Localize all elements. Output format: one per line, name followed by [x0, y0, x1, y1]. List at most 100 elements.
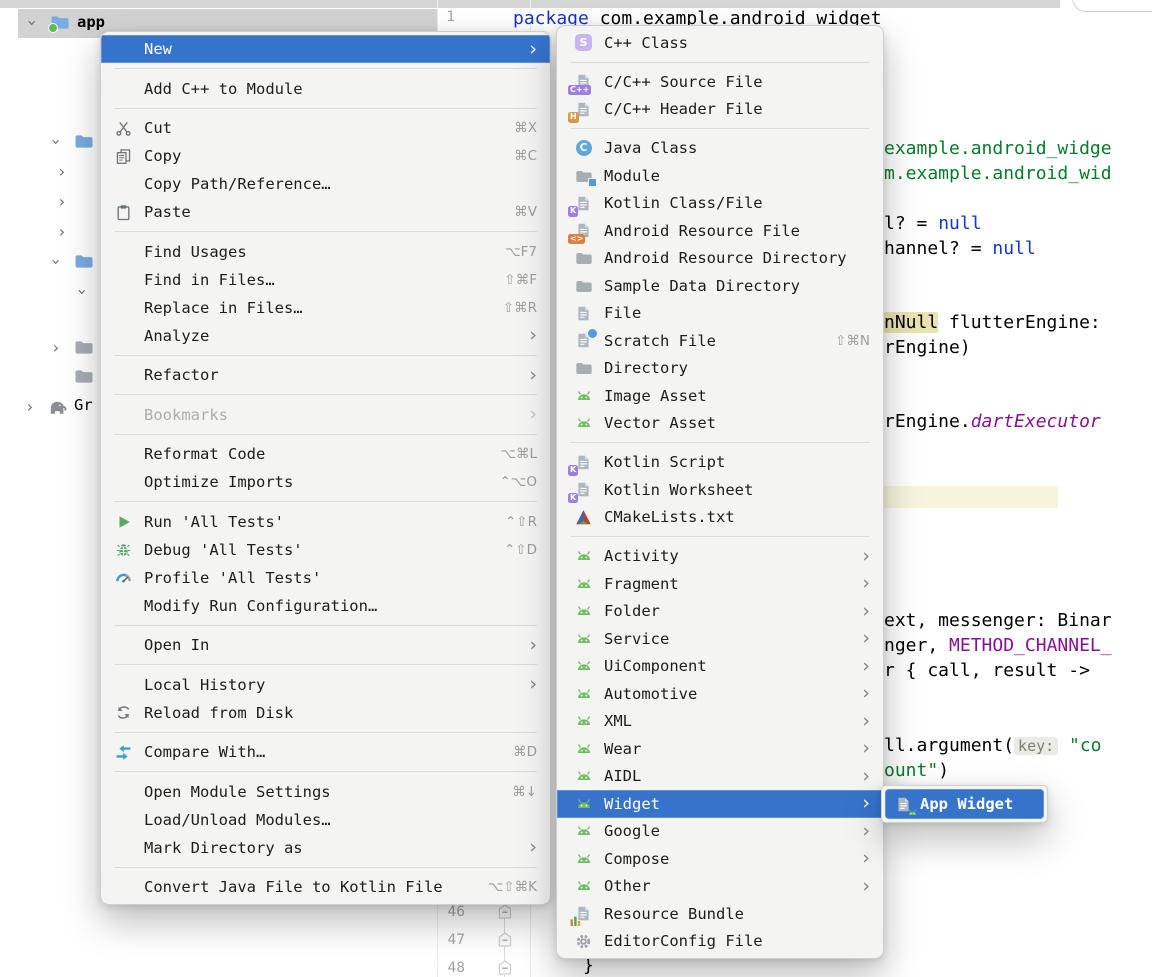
menu-item-folder[interactable]: Folder› [557, 598, 883, 626]
menu-item-profile-all-tests[interactable]: Profile 'All Tests' [101, 564, 550, 592]
menu-item-image-asset[interactable]: Image Asset [557, 382, 883, 410]
menu-item-label: Other [604, 877, 852, 895]
menu-item-directory[interactable]: Directory [557, 355, 883, 383]
chevron-right-icon[interactable]: › [24, 399, 36, 415]
fold-marker-icon[interactable] [498, 904, 512, 919]
menu-item-label: XML [604, 712, 852, 730]
code-fragment: ount") [884, 760, 949, 782]
menu-item-compose[interactable]: Compose› [557, 845, 883, 873]
chevron-right-icon: › [862, 684, 870, 703]
menu-item-kotlin-worksheet[interactable]: KKotlin Worksheet [557, 476, 883, 504]
reload-icon [112, 703, 135, 722]
menu-item-cut[interactable]: Cut⌘X [101, 114, 550, 142]
menu-item-label: Widget [604, 795, 852, 813]
menu-item-copy[interactable]: Copy⌘C [101, 142, 550, 170]
menu-item-cpp-source-file[interactable]: C++C/C++ Source File [557, 68, 883, 96]
kotlin-chip: K [568, 206, 578, 216]
menu-item-activity[interactable]: Activity› [557, 543, 883, 571]
menu-item-modify-run-configuration[interactable]: Modify Run Configuration… [101, 592, 550, 620]
menu-item-mark-directory-as[interactable]: Mark Directory as› [101, 834, 550, 862]
menu-item-service[interactable]: Service› [557, 625, 883, 653]
menu-item-paste[interactable]: Paste⌘V [101, 198, 550, 226]
menu-item-android-resource-file[interactable]: <>Android Resource File [557, 217, 883, 245]
menu-item-reformat-code[interactable]: Reformat Code⌥⌘L [101, 440, 550, 468]
menu-item-load-unload-modules[interactable]: Load/Unload Modules… [101, 806, 550, 834]
code-text: ) [938, 760, 949, 781]
compare-arrows-icon [112, 743, 135, 762]
chevron-down-icon[interactable]: › [48, 256, 64, 268]
menu-item-analyze[interactable]: Analyze› [101, 322, 550, 350]
menu-item-cpp-header-file[interactable]: HC/C++ Header File [557, 96, 883, 124]
menu-item-label: Mark Directory as [144, 839, 519, 857]
menu-item-shortcut: ⌃⌥O [500, 474, 538, 490]
menu-item-label: Load/Unload Modules… [144, 811, 537, 829]
menu-item-automotive[interactable]: Automotive› [557, 680, 883, 708]
chevron-right-icon[interactable]: › [50, 340, 62, 356]
chevron-right-icon: › [862, 602, 870, 621]
kotlin-chip: K [568, 465, 578, 475]
menu-item-file[interactable]: File [557, 300, 883, 328]
context-menu: New› Add C++ to Module Cut⌘X Copy⌘C Copy… [100, 31, 551, 905]
menu-item-refactor[interactable]: Refactor› [101, 361, 550, 389]
menu-item-google[interactable]: Google› [557, 818, 883, 846]
menu-item-local-history[interactable]: Local History› [101, 671, 550, 699]
chevron-down-icon[interactable]: › [48, 136, 64, 148]
menu-item-module[interactable]: Module [557, 162, 883, 190]
menu-item-label: Java Class [604, 139, 870, 157]
folder-icon [74, 131, 94, 151]
menu-separator [114, 68, 537, 69]
menu-item-find-usages[interactable]: Find Usages⌥F7 [101, 238, 550, 266]
menu-item-label: Optimize Imports [144, 473, 486, 491]
menu-item-fragment[interactable]: Fragment› [557, 570, 883, 598]
menu-item-resource-bundle[interactable]: Resource Bundle [557, 900, 883, 928]
menu-item-add-cpp-to-module[interactable]: Add C++ to Module [101, 75, 550, 103]
menu-item-shortcut: ⌃⇧D [504, 542, 537, 558]
menu-item-widget[interactable]: Widget› [557, 790, 883, 818]
menu-item-reload-from-disk[interactable]: Reload from Disk [101, 699, 550, 727]
chevron-right-icon: › [862, 574, 870, 593]
menu-item-sample-data-directory[interactable]: Sample Data Directory [557, 272, 883, 300]
menu-item-wear[interactable]: Wear› [557, 735, 883, 763]
menu-item-label: Analyze [144, 327, 519, 345]
menu-item-kotlin-script[interactable]: KKotlin Script [557, 449, 883, 477]
menu-item-cpp-class[interactable]: SC++ Class [557, 29, 883, 57]
menu-item-debug-all-tests[interactable]: Debug 'All Tests'⌃⇧D [101, 536, 550, 564]
menu-item-scratch-file[interactable]: Scratch File⇧⌘N [557, 327, 883, 355]
menu-item-replace-in-files[interactable]: Replace in Files…⇧⌘R [101, 294, 550, 322]
fold-marker-icon[interactable] [498, 932, 512, 947]
menu-item-new[interactable]: New› [101, 35, 550, 63]
menu-item-copy-path-reference[interactable]: Copy Path/Reference… [101, 170, 550, 198]
menu-item-label: Bookmarks [144, 406, 519, 424]
menu-item-optimize-imports[interactable]: Optimize Imports ⌃⌥O [101, 468, 550, 496]
menu-item-aidl[interactable]: AIDL› [557, 763, 883, 791]
menu-item-editorconfig-file[interactable]: EditorConfig File [557, 928, 883, 956]
spacer [112, 79, 135, 98]
menu-item-vector-asset[interactable]: Vector Asset [557, 410, 883, 438]
chevron-right-icon[interactable]: › [56, 194, 68, 210]
menu-item-cmakelists[interactable]: CMakeLists.txt [557, 504, 883, 532]
menu-item-kotlin-class-file[interactable]: KKotlin Class/File [557, 190, 883, 218]
menu-item-open-module-settings[interactable]: Open Module Settings⌘↓ [101, 778, 550, 806]
menu-item-xml[interactable]: XML› [557, 708, 883, 736]
menu-item-open-in[interactable]: Open In› [101, 631, 550, 659]
run-icon [112, 512, 135, 531]
chevron-down-icon[interactable]: › [74, 286, 90, 298]
chevron-down-icon[interactable]: › [24, 17, 40, 29]
menu-item-find-in-files[interactable]: Find in Files…⇧⌘F [101, 266, 550, 294]
android-icon [572, 629, 595, 648]
menu-item-run-all-tests[interactable]: Run 'All Tests'⌃⇧R [101, 508, 550, 536]
code-fragment: rEngine.dartExecutor [884, 411, 1101, 433]
menu-item-java-class[interactable]: CJava Class [557, 135, 883, 163]
menu-item-uicomponent[interactable]: UiComponent› [557, 653, 883, 681]
menu-item-compare-with[interactable]: Compare With…⌘D [101, 738, 550, 766]
chevron-right-icon[interactable]: › [56, 164, 68, 180]
menu-item-other[interactable]: Other› [557, 873, 883, 901]
menu-item-android-resource-directory[interactable]: Android Resource Directory [557, 245, 883, 273]
chevron-right-icon[interactable]: › [56, 224, 68, 240]
fold-marker-icon[interactable] [498, 960, 512, 975]
menu-item-convert-java-to-kotlin[interactable]: Convert Java File to Kotlin File⌥⇧⌘K [101, 873, 550, 901]
directory-icon [572, 276, 595, 295]
menu-item-app-widget[interactable]: App Widget [885, 789, 1044, 819]
chevron-right-icon: › [862, 547, 870, 566]
android-icon [572, 657, 595, 676]
